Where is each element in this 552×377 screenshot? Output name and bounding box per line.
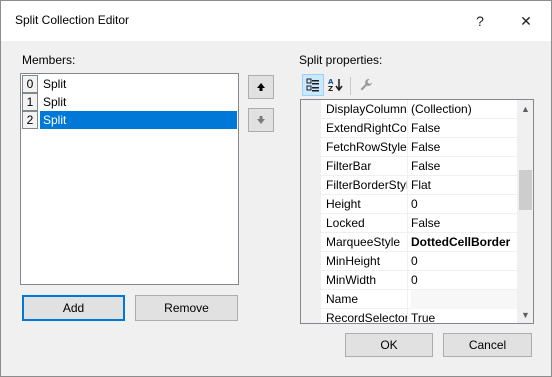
window-title: Split Collection Editor xyxy=(15,13,130,27)
chevron-up-icon: ▲ xyxy=(521,103,530,114)
property-row[interactable]: FilterBar False xyxy=(321,157,517,176)
move-down-button[interactable] xyxy=(248,108,274,132)
property-name: Name xyxy=(326,290,408,309)
property-value[interactable]: False xyxy=(411,214,517,233)
property-value[interactable]: True xyxy=(411,309,517,323)
property-grid-scrollbar[interactable]: ▲ ▼ xyxy=(517,100,533,323)
property-name: FilterBorderStyl xyxy=(326,176,408,195)
toolbar-separator xyxy=(350,77,351,95)
member-index: 2 xyxy=(22,111,38,129)
close-button[interactable]: ✕ xyxy=(503,1,549,41)
members-label: Members: xyxy=(22,53,76,67)
property-row[interactable]: FilterBorderStyl Flat xyxy=(321,176,517,195)
property-row[interactable]: RecordSelector True xyxy=(321,309,517,323)
categorized-icon xyxy=(306,78,319,92)
property-grid-gutter xyxy=(301,100,321,323)
close-icon: ✕ xyxy=(520,12,532,29)
property-name: MinWidth xyxy=(326,271,408,290)
members-list[interactable]: 0 Split 1 Split 2 Split xyxy=(20,73,239,285)
alphabetical-sort-button[interactable]: A Z xyxy=(325,74,347,96)
property-value[interactable]: False xyxy=(411,119,517,138)
wrench-icon xyxy=(360,79,372,91)
cancel-button[interactable]: Cancel xyxy=(443,333,532,357)
chevron-down-icon: ▼ xyxy=(521,309,530,320)
member-index: 1 xyxy=(22,93,38,111)
property-value[interactable]: False xyxy=(411,157,517,176)
property-value[interactable]: 0 xyxy=(411,271,517,290)
property-value[interactable]: DottedCellBorder xyxy=(411,233,517,252)
property-name: MinHeight xyxy=(326,252,408,271)
property-value[interactable]: 0 xyxy=(411,252,517,271)
property-row[interactable]: ExtendRightCo False xyxy=(321,119,517,138)
property-value[interactable]: False xyxy=(411,138,517,157)
property-name: FilterBar xyxy=(326,157,408,176)
title-bar: Split Collection Editor ? ✕ xyxy=(1,1,551,41)
member-item[interactable]: 0 Split xyxy=(21,75,238,93)
help-button[interactable]: ? xyxy=(457,1,503,41)
property-row[interactable]: MinWidth 0 xyxy=(321,271,517,290)
property-grid[interactable]: DisplayColumn (Collection) ExtendRightCo… xyxy=(300,99,534,324)
split-collection-editor-dialog: Split Collection Editor ? ✕ Members: Spl… xyxy=(0,0,552,377)
property-row[interactable]: DisplayColumn (Collection) xyxy=(321,100,517,119)
member-item-selected[interactable]: 2 Split xyxy=(21,111,238,129)
scroll-up-button[interactable]: ▲ xyxy=(517,100,533,117)
categorized-view-button[interactable] xyxy=(302,74,324,96)
property-value[interactable] xyxy=(411,290,517,309)
property-name: RecordSelector xyxy=(326,309,408,323)
property-name: MarqueeStyle xyxy=(326,233,408,252)
ok-button[interactable]: OK xyxy=(345,333,433,357)
property-name: Height xyxy=(326,195,408,214)
property-row[interactable]: MinHeight 0 xyxy=(321,252,517,271)
property-name: Locked xyxy=(326,214,408,233)
move-up-button[interactable] xyxy=(248,75,274,99)
property-row[interactable]: Locked False xyxy=(321,214,517,233)
property-name: ExtendRightCo xyxy=(326,119,408,138)
property-pages-button[interactable] xyxy=(355,74,377,96)
arrow-down-icon xyxy=(257,116,265,124)
property-row[interactable]: MarqueeStyle DottedCellBorder xyxy=(321,233,517,252)
remove-button[interactable]: Remove xyxy=(135,295,238,321)
scroll-thumb[interactable] xyxy=(519,170,532,210)
member-name: Split xyxy=(40,111,237,129)
property-value[interactable]: Flat xyxy=(411,176,517,195)
help-icon: ? xyxy=(476,13,484,29)
property-value[interactable]: 0 xyxy=(411,195,517,214)
member-index: 0 xyxy=(22,75,38,93)
property-row[interactable]: FetchRowStyles False xyxy=(321,138,517,157)
member-item[interactable]: 1 Split xyxy=(21,93,238,111)
add-button[interactable]: Add xyxy=(22,295,125,321)
property-name: DisplayColumn xyxy=(326,100,408,119)
arrow-up-icon xyxy=(257,83,265,91)
svg-text:Z: Z xyxy=(328,85,333,92)
member-name: Split xyxy=(43,95,67,109)
property-row[interactable]: Height 0 xyxy=(321,195,517,214)
split-properties-label: Split properties: xyxy=(299,53,383,67)
member-name: Split xyxy=(43,77,67,91)
property-value[interactable]: (Collection) xyxy=(411,100,517,119)
scroll-down-button[interactable]: ▼ xyxy=(517,306,533,323)
sort-az-icon: A Z xyxy=(328,78,343,92)
property-name: FetchRowStyles xyxy=(326,138,408,157)
property-row[interactable]: Name xyxy=(321,290,517,309)
